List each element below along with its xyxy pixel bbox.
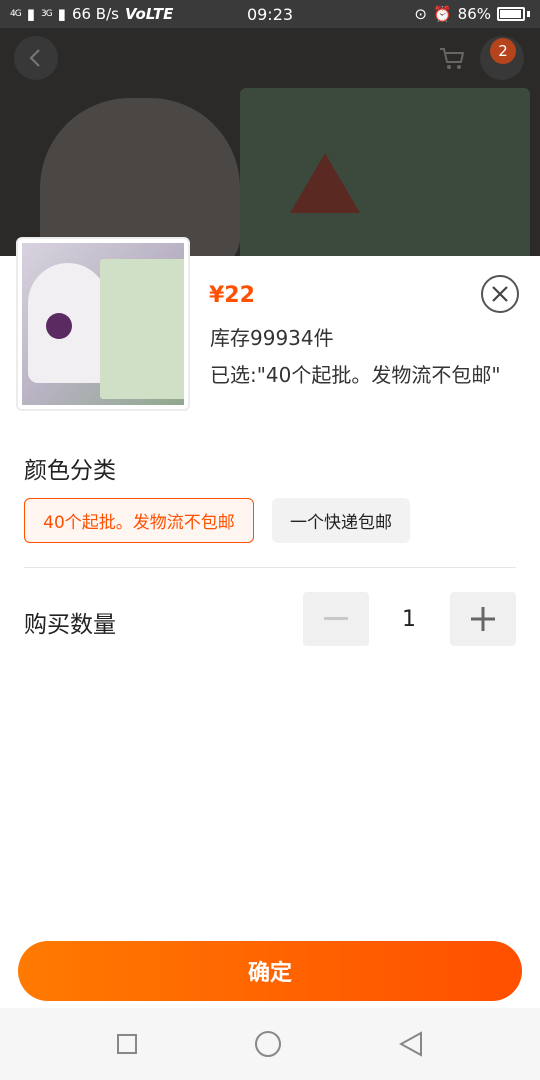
signal-bars-icon-2: ▮ xyxy=(57,5,66,23)
signal-4g-label: 4G xyxy=(10,9,22,19)
alarm-icon: ⏰ xyxy=(432,5,452,23)
quantity-increase-button[interactable] xyxy=(450,592,516,646)
plus-icon xyxy=(471,607,495,631)
cart-button[interactable] xyxy=(430,36,474,80)
option-wholesale[interactable]: 40个起批。发物流不包邮 xyxy=(24,498,254,543)
status-bar: 4G ▮ 3G ▮ 66 B/s VoLTE 09:23 ⊙ ⏰ 86% xyxy=(0,0,540,28)
home-icon[interactable] xyxy=(255,1031,281,1057)
quantity-value[interactable]: 1 xyxy=(369,592,449,646)
quantity-decrease-button[interactable] xyxy=(303,592,369,646)
minus-icon xyxy=(324,617,348,620)
confirm-button[interactable]: 确定 xyxy=(18,941,522,1001)
stock-count: 库存99934件 xyxy=(210,326,334,350)
section-divider xyxy=(24,567,516,568)
signal-bars-icon: ▮ xyxy=(26,5,35,23)
close-icon xyxy=(492,286,508,302)
thumbnail-flower-shape xyxy=(46,313,72,339)
system-nav-bar xyxy=(0,1008,540,1080)
status-left: 4G ▮ 3G ▮ 66 B/s VoLTE xyxy=(10,5,173,23)
cart-icon xyxy=(440,48,465,69)
option-express-free[interactable]: 一个快递包邮 xyxy=(272,498,410,543)
hero-box-logo xyxy=(290,153,360,213)
hero-kettle-shape xyxy=(40,98,240,256)
battery-percent: 86% xyxy=(457,5,491,23)
selected-option-text: 已选:"40个起批。发物流不包邮" xyxy=(210,363,501,387)
hero-box-shape xyxy=(240,88,530,256)
volte-label: VoLTE xyxy=(124,5,174,23)
signal-3g-label: 3G xyxy=(40,9,53,19)
lock-rotation-icon: ⊙ xyxy=(414,5,427,23)
quantity-label: 购买数量 xyxy=(24,612,116,638)
network-speed: 66 B/s xyxy=(71,5,119,23)
recent-apps-icon[interactable] xyxy=(117,1034,137,1054)
status-right: ⊙ ⏰ 86% xyxy=(414,5,530,23)
battery-icon xyxy=(497,7,525,21)
product-thumbnail[interactable] xyxy=(16,237,190,411)
battery-tip xyxy=(527,11,530,17)
thumbnail-box-shape xyxy=(100,259,184,399)
product-thumbnail-image xyxy=(22,243,184,405)
close-button[interactable] xyxy=(481,275,519,313)
product-price: ¥22 xyxy=(209,283,255,308)
battery-level-fill xyxy=(500,10,521,18)
back-triangle-icon[interactable] xyxy=(399,1031,423,1057)
cart-count-badge: 2 xyxy=(490,38,516,64)
back-arrow-icon xyxy=(29,49,40,67)
color-section-title: 颜色分类 xyxy=(24,458,116,484)
back-button[interactable] xyxy=(14,36,58,80)
